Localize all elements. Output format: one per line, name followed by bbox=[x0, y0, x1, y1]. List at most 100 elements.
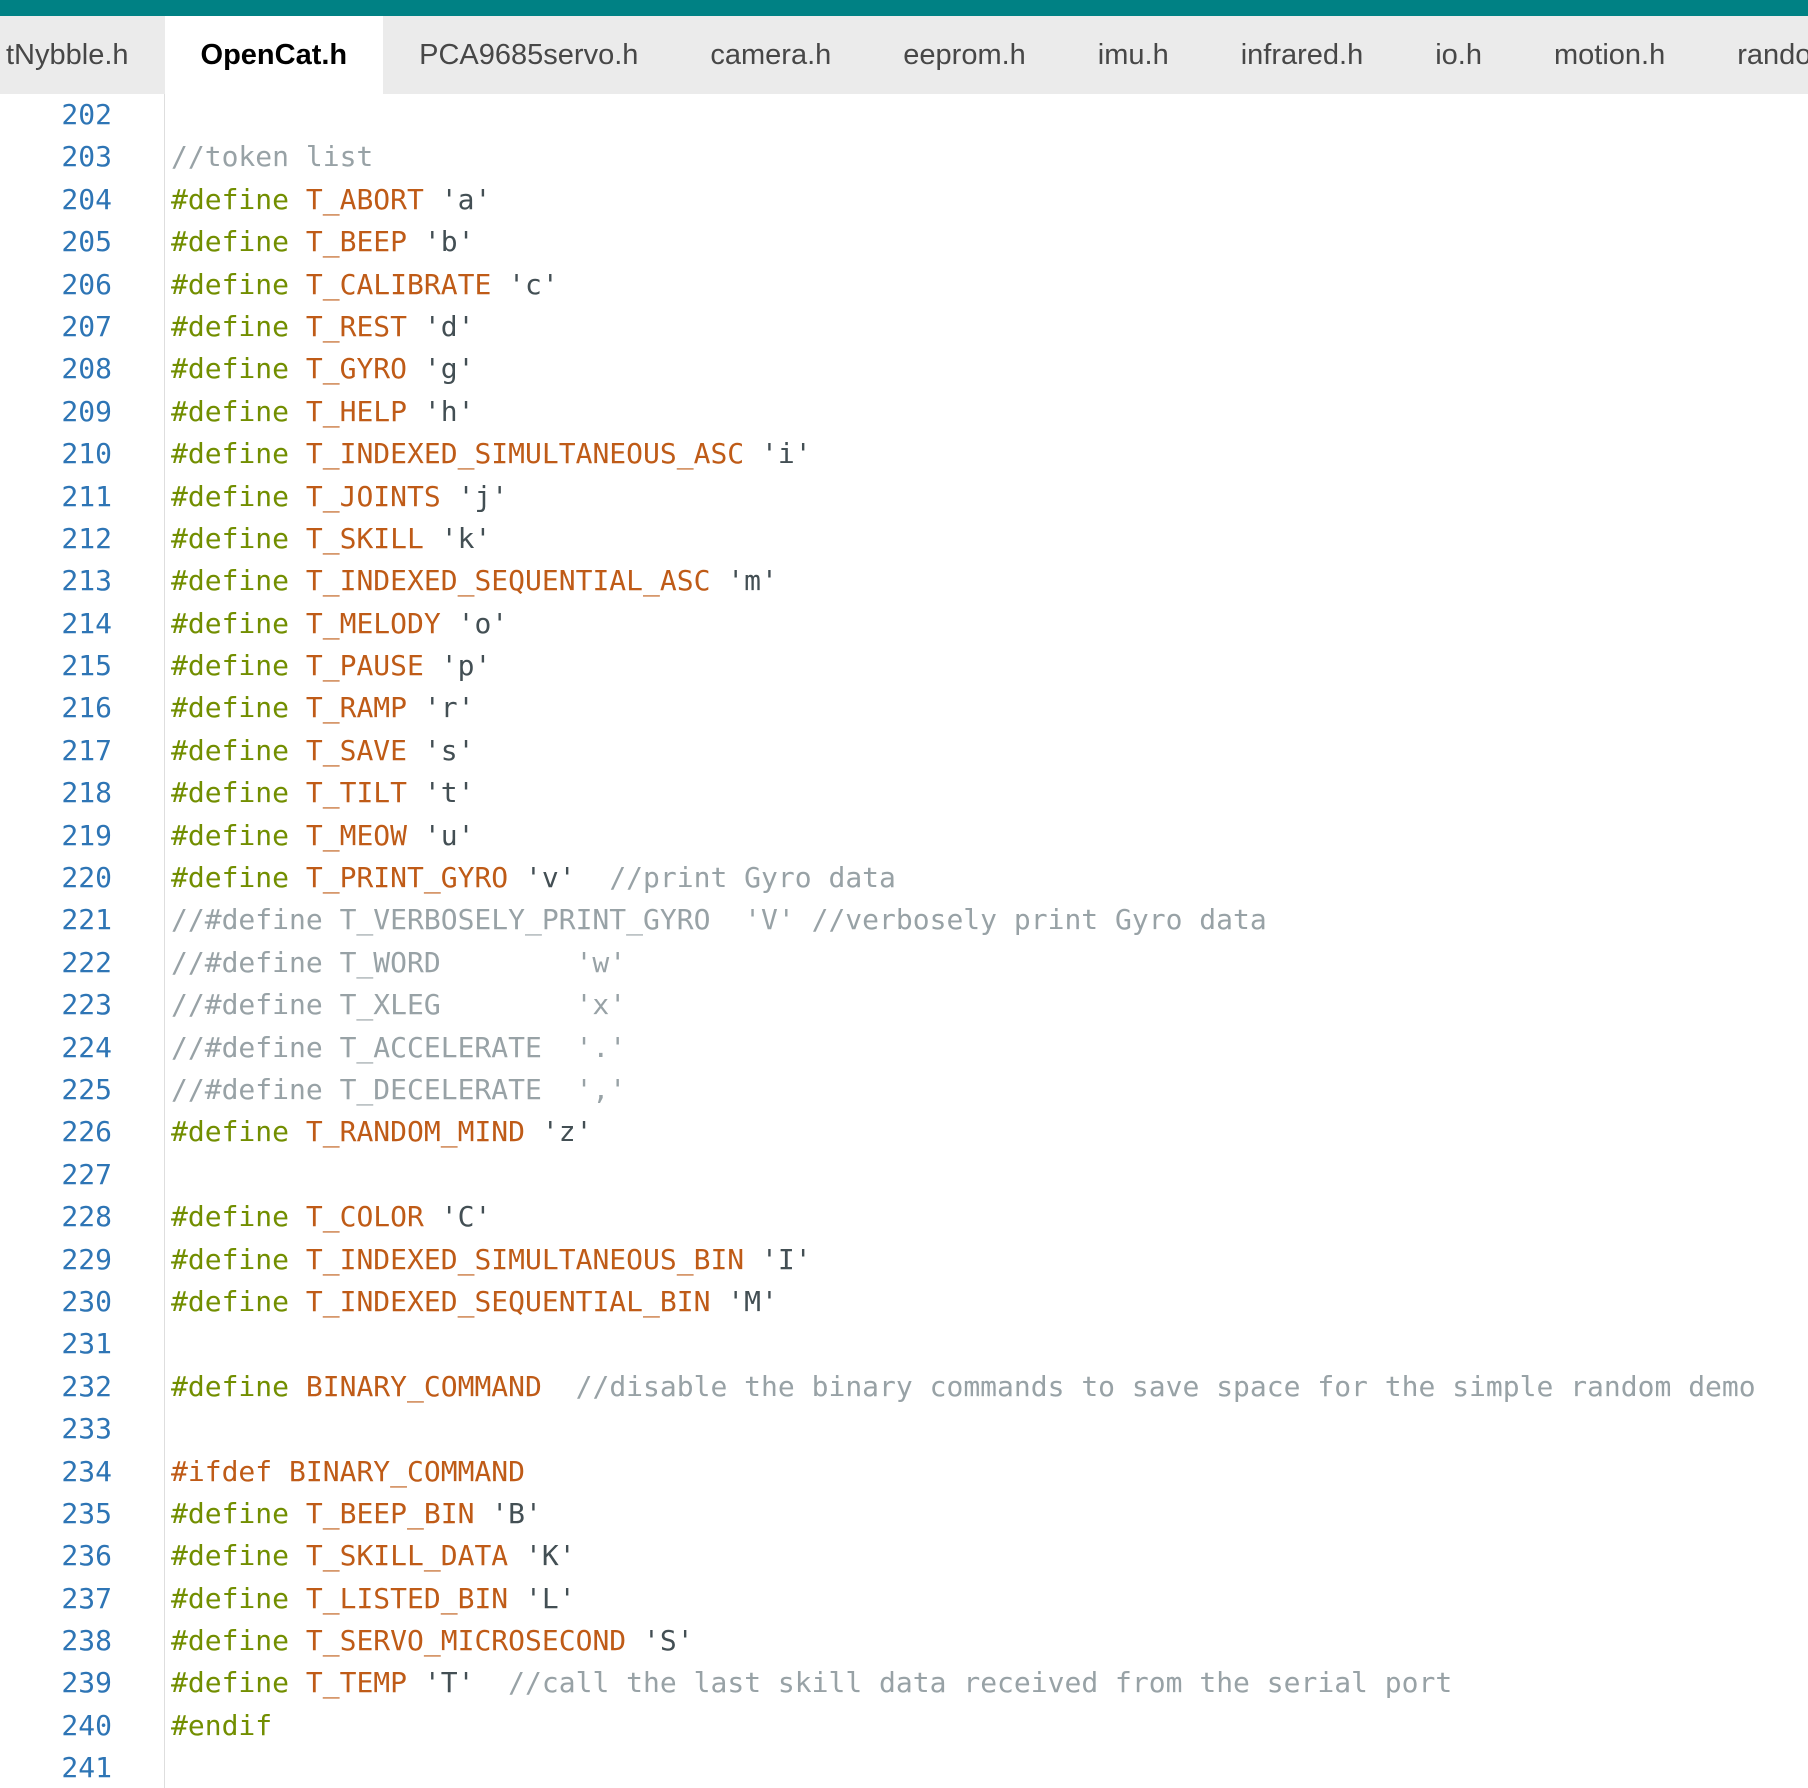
line-number: 240 bbox=[0, 1705, 165, 1747]
code-text: #define T_RAMP 'r' bbox=[165, 687, 1808, 729]
line-number: 234 bbox=[0, 1451, 165, 1493]
line-number: 208 bbox=[0, 348, 165, 390]
code-line-224[interactable]: 224//#define T_ACCELERATE '.' bbox=[0, 1027, 1808, 1069]
code-line-216[interactable]: 216#define T_RAMP 'r' bbox=[0, 687, 1808, 729]
tab-pca9685servo-h[interactable]: PCA9685servo.h bbox=[383, 16, 674, 94]
code-text: #define T_SERVO_MICROSECOND 'S' bbox=[165, 1620, 1808, 1662]
line-number: 233 bbox=[0, 1408, 165, 1450]
tab-camera-h[interactable]: camera.h bbox=[674, 16, 867, 94]
line-number: 215 bbox=[0, 645, 165, 687]
code-line-202[interactable]: 202 bbox=[0, 94, 1808, 136]
code-line-226[interactable]: 226#define T_RANDOM_MIND 'z' bbox=[0, 1111, 1808, 1153]
code-line-223[interactable]: 223//#define T_XLEG 'x' bbox=[0, 984, 1808, 1026]
code-line-240[interactable]: 240#endif bbox=[0, 1705, 1808, 1747]
code-line-204[interactable]: 204#define T_ABORT 'a' bbox=[0, 179, 1808, 221]
line-number: 226 bbox=[0, 1111, 165, 1153]
line-number: 227 bbox=[0, 1154, 165, 1196]
line-number: 220 bbox=[0, 857, 165, 899]
code-line-227[interactable]: 227 bbox=[0, 1154, 1808, 1196]
code-line-213[interactable]: 213#define T_INDEXED_SEQUENTIAL_ASC 'm' bbox=[0, 560, 1808, 602]
code-line-237[interactable]: 237#define T_LISTED_BIN 'L' bbox=[0, 1578, 1808, 1620]
tab-randommind-h[interactable]: randomMind.h bbox=[1701, 16, 1808, 94]
line-number: 207 bbox=[0, 306, 165, 348]
code-line-210[interactable]: 210#define T_INDEXED_SIMULTANEOUS_ASC 'i… bbox=[0, 433, 1808, 475]
code-line-203[interactable]: 203//token list bbox=[0, 136, 1808, 178]
code-line-214[interactable]: 214#define T_MELODY 'o' bbox=[0, 603, 1808, 645]
tab-io-h[interactable]: io.h bbox=[1399, 16, 1518, 94]
line-number: 230 bbox=[0, 1281, 165, 1323]
code-line-218[interactable]: 218#define T_TILT 't' bbox=[0, 772, 1808, 814]
tab-eeprom-h[interactable]: eeprom.h bbox=[867, 16, 1062, 94]
code-text: //#define T_VERBOSELY_PRINT_GYRO 'V' //v… bbox=[165, 899, 1808, 941]
line-number: 202 bbox=[0, 94, 165, 136]
code-text: #define T_SKILL_DATA 'K' bbox=[165, 1535, 1808, 1577]
code-line-206[interactable]: 206#define T_CALIBRATE 'c' bbox=[0, 264, 1808, 306]
tab-tnybble-h[interactable]: tNybble.h bbox=[0, 16, 165, 94]
tab-imu-h[interactable]: imu.h bbox=[1062, 16, 1205, 94]
code-line-239[interactable]: 239#define T_TEMP 'T' //call the last sk… bbox=[0, 1662, 1808, 1704]
line-number: 231 bbox=[0, 1323, 165, 1365]
line-number: 221 bbox=[0, 899, 165, 941]
code-text: #ifdef BINARY_COMMAND bbox=[165, 1451, 1808, 1493]
code-text: #define T_INDEXED_SIMULTANEOUS_ASC 'i' bbox=[165, 433, 1808, 475]
line-number: 211 bbox=[0, 476, 165, 518]
code-line-228[interactable]: 228#define T_COLOR 'C' bbox=[0, 1196, 1808, 1238]
code-text: #endif bbox=[165, 1705, 1808, 1747]
code-line-208[interactable]: 208#define T_GYRO 'g' bbox=[0, 348, 1808, 390]
code-line-236[interactable]: 236#define T_SKILL_DATA 'K' bbox=[0, 1535, 1808, 1577]
code-line-229[interactable]: 229#define T_INDEXED_SIMULTANEOUS_BIN 'I… bbox=[0, 1239, 1808, 1281]
code-line-234[interactable]: 234#ifdef BINARY_COMMAND bbox=[0, 1451, 1808, 1493]
line-number: 232 bbox=[0, 1366, 165, 1408]
line-number: 203 bbox=[0, 136, 165, 178]
line-number: 219 bbox=[0, 815, 165, 857]
code-line-235[interactable]: 235#define T_BEEP_BIN 'B' bbox=[0, 1493, 1808, 1535]
code-line-211[interactable]: 211#define T_JOINTS 'j' bbox=[0, 476, 1808, 518]
code-line-215[interactable]: 215#define T_PAUSE 'p' bbox=[0, 645, 1808, 687]
code-text: #define T_SKILL 'k' bbox=[165, 518, 1808, 560]
code-text: //#define T_DECELERATE ',' bbox=[165, 1069, 1808, 1111]
code-line-225[interactable]: 225//#define T_DECELERATE ',' bbox=[0, 1069, 1808, 1111]
code-text: #define T_MELODY 'o' bbox=[165, 603, 1808, 645]
tab-opencat-h[interactable]: OpenCat.h bbox=[165, 16, 384, 94]
code-line-241[interactable]: 241 bbox=[0, 1747, 1808, 1788]
code-text: #define T_BEEP_BIN 'B' bbox=[165, 1493, 1808, 1535]
code-line-221[interactable]: 221//#define T_VERBOSELY_PRINT_GYRO 'V' … bbox=[0, 899, 1808, 941]
code-text: #define T_PAUSE 'p' bbox=[165, 645, 1808, 687]
code-text bbox=[165, 1323, 1808, 1365]
code-line-222[interactable]: 222//#define T_WORD 'w' bbox=[0, 942, 1808, 984]
code-text: #define T_INDEXED_SIMULTANEOUS_BIN 'I' bbox=[165, 1239, 1808, 1281]
code-text: #define T_INDEXED_SEQUENTIAL_BIN 'M' bbox=[165, 1281, 1808, 1323]
code-text: //#define T_WORD 'w' bbox=[165, 942, 1808, 984]
line-number: 214 bbox=[0, 603, 165, 645]
code-text bbox=[165, 1747, 1808, 1788]
code-line-230[interactable]: 230#define T_INDEXED_SEQUENTIAL_BIN 'M' bbox=[0, 1281, 1808, 1323]
line-number: 239 bbox=[0, 1662, 165, 1704]
code-editor[interactable]: 202203//token list204#define T_ABORT 'a'… bbox=[0, 94, 1808, 1788]
tab-motion-h[interactable]: motion.h bbox=[1518, 16, 1701, 94]
code-line-219[interactable]: 219#define T_MEOW 'u' bbox=[0, 815, 1808, 857]
code-line-220[interactable]: 220#define T_PRINT_GYRO 'v' //print Gyro… bbox=[0, 857, 1808, 899]
code-line-217[interactable]: 217#define T_SAVE 's' bbox=[0, 730, 1808, 772]
line-number: 217 bbox=[0, 730, 165, 772]
code-text bbox=[165, 1408, 1808, 1450]
line-number: 218 bbox=[0, 772, 165, 814]
line-number: 225 bbox=[0, 1069, 165, 1111]
code-line-233[interactable]: 233 bbox=[0, 1408, 1808, 1450]
code-line-231[interactable]: 231 bbox=[0, 1323, 1808, 1365]
line-number: 209 bbox=[0, 391, 165, 433]
code-line-207[interactable]: 207#define T_REST 'd' bbox=[0, 306, 1808, 348]
line-number: 216 bbox=[0, 687, 165, 729]
code-text bbox=[165, 94, 1808, 136]
tab-infrared-h[interactable]: infrared.h bbox=[1205, 16, 1400, 94]
code-text: #define T_SAVE 's' bbox=[165, 730, 1808, 772]
code-text: #define T_COLOR 'C' bbox=[165, 1196, 1808, 1238]
code-line-212[interactable]: 212#define T_SKILL 'k' bbox=[0, 518, 1808, 560]
line-number: 224 bbox=[0, 1027, 165, 1069]
line-number: 204 bbox=[0, 179, 165, 221]
line-number: 241 bbox=[0, 1747, 165, 1788]
code-line-209[interactable]: 209#define T_HELP 'h' bbox=[0, 391, 1808, 433]
code-line-205[interactable]: 205#define T_BEEP 'b' bbox=[0, 221, 1808, 263]
code-line-232[interactable]: 232#define BINARY_COMMAND //disable the … bbox=[0, 1366, 1808, 1408]
code-line-238[interactable]: 238#define T_SERVO_MICROSECOND 'S' bbox=[0, 1620, 1808, 1662]
line-number: 206 bbox=[0, 264, 165, 306]
